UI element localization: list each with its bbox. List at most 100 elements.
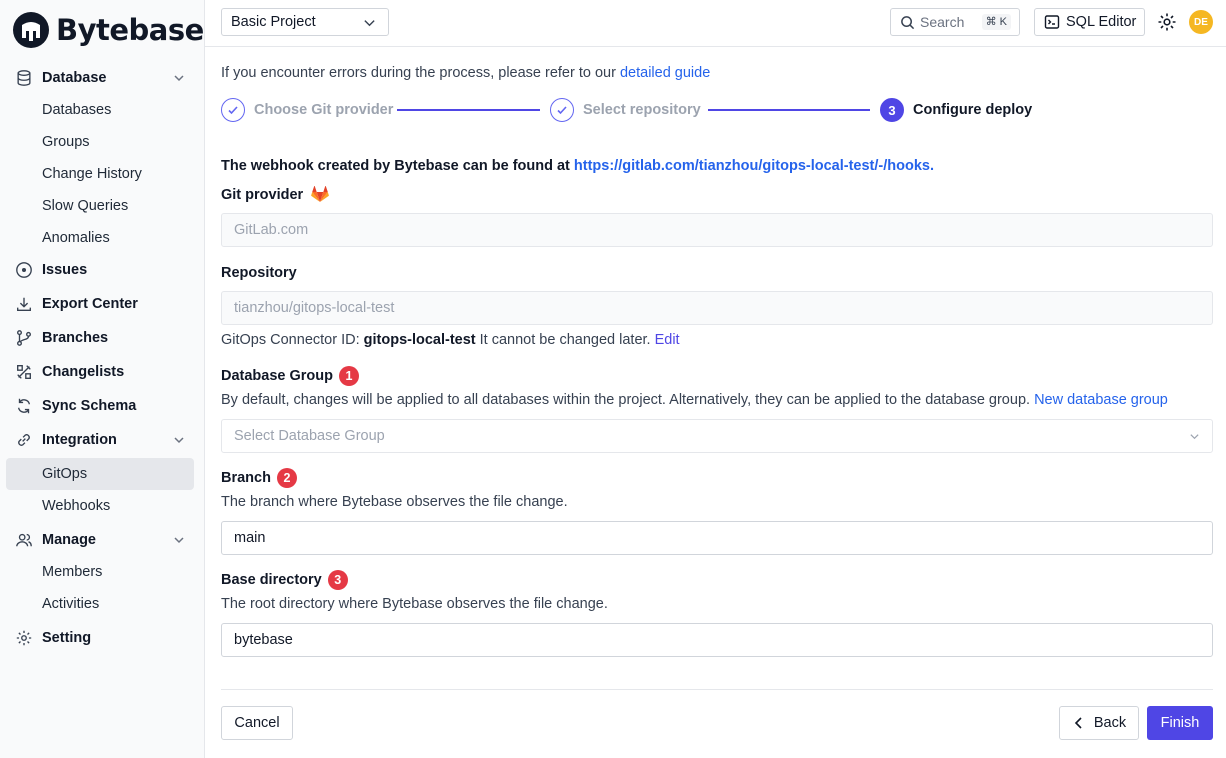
sidebar-item-label: Branches [42,330,109,346]
branch-input[interactable]: main [221,521,1213,555]
step-connector [397,109,540,111]
stepper: Choose Git provider Select repository 3 … [221,98,1213,122]
sidebar-item-members[interactable]: Members [6,556,194,588]
chevron-left-icon [1074,717,1082,729]
git-provider-field: GitLab.com [221,213,1213,247]
step-choose-git-provider[interactable]: Choose Git provider [221,98,393,122]
sidebar-item-gitops[interactable]: GitOps [6,458,194,490]
changelist-icon [14,362,34,382]
sidebar-item-manage[interactable]: Manage [6,524,194,556]
database-group-desc: By default, changes will be applied to a… [221,392,1168,408]
step-connector [708,109,870,111]
base-directory-input[interactable]: bytebase [221,623,1213,657]
step-select-repository[interactable]: Select repository [550,98,701,122]
finish-button[interactable]: Finish [1147,706,1213,740]
step-number: 3 [880,98,904,122]
gitlab-icon [311,186,330,202]
detailed-guide-link[interactable]: detailed guide [620,65,710,81]
sidebar-item-integration[interactable]: Integration [6,424,194,456]
back-button[interactable]: Back [1059,706,1139,740]
brand-name: Bytebase [56,13,204,47]
connector-id-text: GitOps Connector ID: gitops-local-test I… [221,332,680,348]
sidebar-item-label: Changelists [42,364,125,380]
download-icon [14,294,34,314]
connector-id: gitops-local-test [363,332,476,348]
terminal-icon [1044,15,1060,29]
project-select-value: Basic Project [231,14,316,30]
sidebar-item-branches[interactable]: Branches [6,322,194,354]
step-badge: 2 [276,468,297,488]
branch-label: Branch 2 [221,468,297,488]
step-label: Select repository [583,102,701,118]
users-icon [14,530,34,550]
bytebase-logo-icon [13,12,49,48]
sidebar-item-change-history[interactable]: Change History [6,158,194,190]
new-database-group-link[interactable]: New database group [1034,392,1168,408]
sidebar-item-label: Issues [42,262,88,278]
search-shortcut: ⌘ K [981,14,1011,30]
database-icon [14,68,34,88]
step-badge: 1 [339,366,359,386]
sidebar-item-sync-schema[interactable]: Sync Schema [6,390,194,422]
sql-editor-label: SQL Editor [1066,14,1137,30]
step-label: Choose Git provider [254,102,394,118]
git-branch-icon [14,328,34,348]
sidebar-item-label: Sync Schema [42,398,137,414]
sidebar-item-label: Database [42,70,107,86]
step-badge: 3 [327,570,348,590]
check-icon [221,98,245,122]
check-icon [550,98,574,122]
sidebar-item-issues[interactable]: Issues [6,254,194,286]
edit-connector-link[interactable]: Edit [655,332,680,348]
sidebar-item-label: Manage [42,532,96,548]
sidebar-item-groups[interactable]: Groups [6,126,194,158]
sidebar-item-export-center[interactable]: Export Center [6,288,194,320]
link-icon [14,430,34,450]
sidebar-item-database[interactable]: Database [6,62,194,94]
chevron-down-icon [364,20,375,27]
sidebar-item-anomalies[interactable]: Anomalies [6,222,194,254]
search-placeholder: Search [920,14,965,30]
search-button[interactable]: Search ⌘ K [890,8,1020,36]
search-icon [901,15,915,29]
logo[interactable]: Bytebase [12,11,204,49]
top-bar: Basic Project Search ⌘ K SQL Editor DE [205,0,1226,47]
project-select[interactable]: Basic Project [221,8,389,36]
step-configure-deploy[interactable]: 3 Configure deploy [880,98,1032,122]
avatar[interactable]: DE [1189,10,1213,34]
guide-text: If you encounter errors during the proce… [221,65,711,81]
webhook-info: The webhook created by Bytebase can be f… [221,158,935,174]
sidebar-item-setting[interactable]: Setting [6,622,194,654]
gear-icon [14,628,34,648]
cancel-button[interactable]: Cancel [221,706,293,740]
sidebar-nav: Database Databases Groups Change History… [6,62,194,654]
sidebar-item-slow-queries[interactable]: Slow Queries [6,190,194,222]
database-group-select[interactable]: Select Database Group [221,419,1213,453]
refresh-icon [14,396,34,416]
sidebar-item-label: Export Center [42,296,138,312]
repository-field: tianzhou/gitops-local-test [221,291,1213,325]
chevron-down-icon [174,75,184,82]
issue-circle-icon [14,260,34,280]
settings-gear-icon[interactable] [1157,12,1177,32]
base-directory-desc: The root directory where Bytebase observ… [221,596,608,612]
base-directory-label: Base directory 3 [221,570,348,590]
sidebar-item-label: Integration [42,432,117,448]
footer-divider [221,689,1213,690]
sidebar-item-label: Setting [42,630,92,646]
git-provider-label: Git provider [221,186,330,203]
sidebar-item-changelists[interactable]: Changelists [6,356,194,388]
database-group-label: Database Group 1 [221,366,359,386]
step-label: Configure deploy [913,102,1033,118]
chevron-down-icon [1190,434,1199,440]
sidebar-item-webhooks[interactable]: Webhooks [6,490,194,522]
chevron-down-icon [174,437,184,444]
sidebar: Bytebase Database Databases Groups Chang… [0,0,205,758]
sidebar-item-databases[interactable]: Databases [6,94,194,126]
repository-label: Repository [221,265,297,281]
sidebar-item-activities[interactable]: Activities [6,588,194,620]
webhook-url-link[interactable]: https://gitlab.com/tianzhou/gitops-local… [574,158,930,174]
sql-editor-button[interactable]: SQL Editor [1034,8,1145,36]
branch-desc: The branch where Bytebase observes the f… [221,494,568,510]
chevron-down-icon [174,537,184,544]
